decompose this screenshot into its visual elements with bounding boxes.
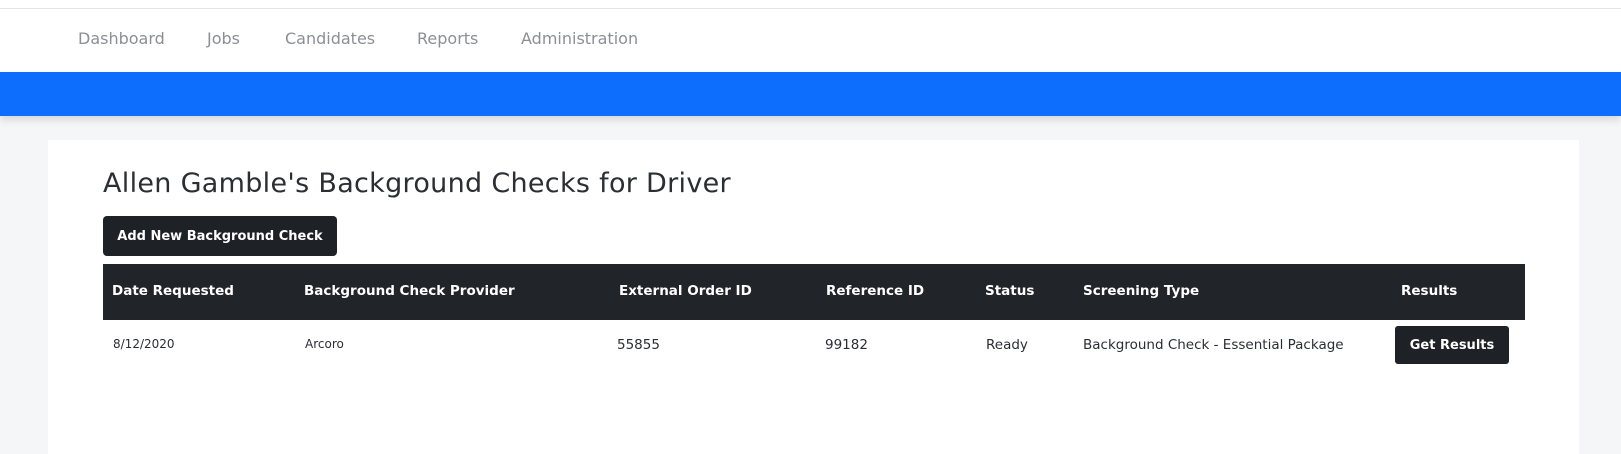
cell-status: Ready <box>986 337 1028 353</box>
nav-item-candidates[interactable]: Candidates <box>285 29 375 48</box>
cell-provider: Arcoro <box>305 337 344 351</box>
top-border <box>0 0 1621 9</box>
column-header-status: Status <box>985 283 1035 299</box>
cell-external-order-id: 55855 <box>617 337 660 353</box>
nav-item-administration[interactable]: Administration <box>521 29 638 48</box>
nav-item-reports[interactable]: Reports <box>417 29 478 48</box>
table-row: 8/12/2020 Arcoro 55855 99182 Ready Backg… <box>103 320 1525 372</box>
page-title: Allen Gamble's Background Checks for Dri… <box>103 168 731 199</box>
column-header-date-requested: Date Requested <box>112 283 234 299</box>
table-header: Date Requested Background Check Provider… <box>103 264 1525 320</box>
column-header-provider: Background Check Provider <box>304 283 515 299</box>
column-header-screening-type: Screening Type <box>1083 283 1200 299</box>
cell-reference-id: 99182 <box>825 337 868 353</box>
nav-item-dashboard[interactable]: Dashboard <box>78 29 165 48</box>
nav-item-jobs[interactable]: Jobs <box>207 29 240 48</box>
cell-date-requested: 8/12/2020 <box>113 337 175 351</box>
column-header-external-order-id: External Order ID <box>619 283 752 299</box>
header-banner <box>0 72 1621 116</box>
cell-screening-type: Background Check - Essential Package <box>1083 337 1344 353</box>
column-header-reference-id: Reference ID <box>826 283 925 299</box>
main-navbar: Dashboard Jobs Candidates Reports Admini… <box>0 9 1621 72</box>
get-results-button[interactable]: Get Results <box>1395 326 1509 364</box>
add-background-check-button[interactable]: Add New Background Check <box>103 216 337 256</box>
column-header-results: Results <box>1401 283 1458 299</box>
